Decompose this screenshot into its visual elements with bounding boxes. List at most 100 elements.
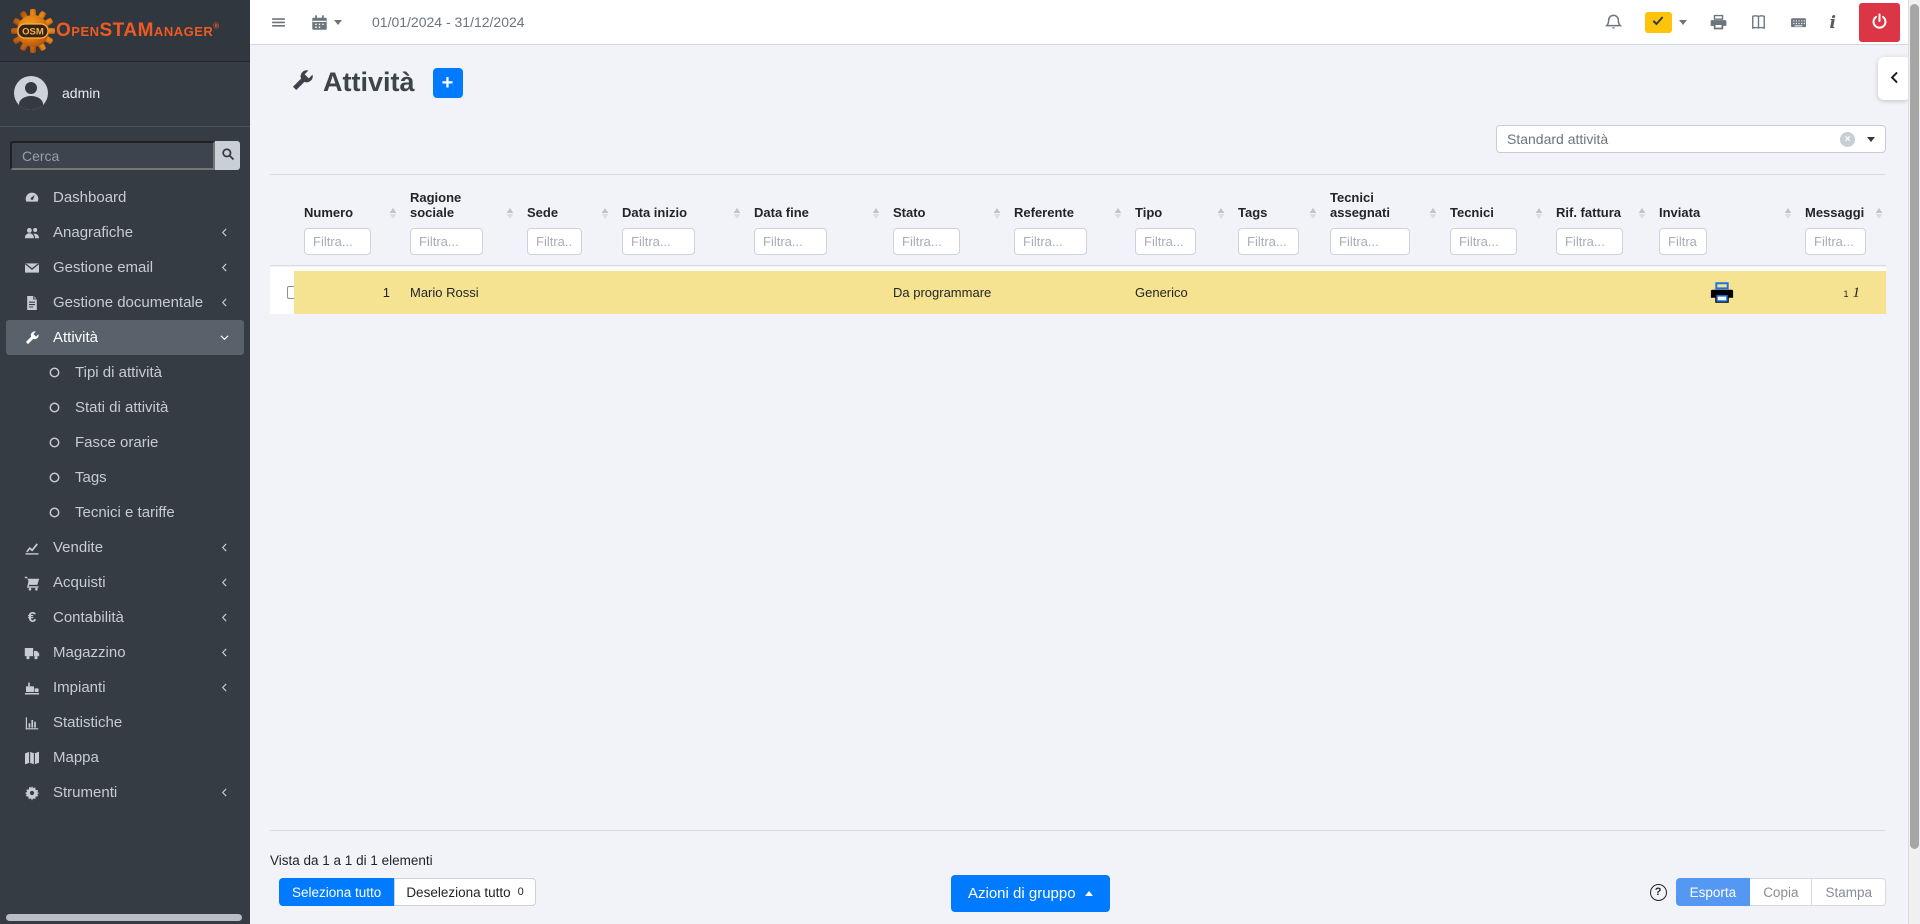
sort-icon[interactable] bbox=[1309, 208, 1317, 219]
user-panel[interactable]: admin bbox=[0, 62, 250, 127]
help-icon[interactable]: ? bbox=[1650, 884, 1667, 901]
check-button[interactable] bbox=[1645, 12, 1672, 33]
brand[interactable]: OSM OpenSTAManager® bbox=[0, 0, 250, 62]
sort-icon[interactable] bbox=[872, 208, 880, 219]
column-header-ragione_sociale[interactable]: Ragione sociale bbox=[400, 175, 517, 265]
column-header-tecnici_assegnati[interactable]: Tecnici assegnati bbox=[1320, 175, 1440, 265]
column-header-data_fine[interactable]: Data fine bbox=[744, 175, 883, 265]
keyboard-icon[interactable] bbox=[1790, 14, 1807, 31]
sort-icon[interactable] bbox=[1114, 208, 1122, 219]
filter-input-rif_fattura[interactable] bbox=[1556, 228, 1623, 255]
sidebar-horizontal-scrollbar[interactable] bbox=[6, 914, 242, 921]
filter-input-data_inizio[interactable] bbox=[622, 228, 695, 255]
date-range-picker[interactable] bbox=[311, 14, 342, 31]
column-header-stato[interactable]: Stato bbox=[883, 175, 1004, 265]
sidebar-item-dashboard[interactable]: Dashboard bbox=[6, 180, 244, 215]
sidebar-item-impianti[interactable]: Impianti bbox=[6, 670, 244, 705]
column-header-tags[interactable]: Tags bbox=[1228, 175, 1320, 265]
row-checkbox[interactable] bbox=[287, 286, 294, 299]
filter-input-referente[interactable] bbox=[1014, 228, 1087, 255]
sort-icon[interactable] bbox=[1638, 208, 1646, 219]
vertical-scrollbar[interactable] bbox=[1908, 0, 1920, 924]
sort-icon[interactable] bbox=[993, 208, 1001, 219]
filter-input-stato[interactable] bbox=[893, 228, 960, 255]
filter-input-tecnici[interactable] bbox=[1450, 228, 1517, 255]
filter-input-ragione_sociale[interactable] bbox=[410, 228, 483, 255]
info-icon[interactable]: i bbox=[1830, 13, 1836, 33]
sidebar-item-fasce-orarie[interactable]: Fasce orarie bbox=[6, 425, 244, 460]
sort-icon[interactable] bbox=[389, 208, 397, 219]
group-actions-button[interactable]: Azioni di gruppo bbox=[951, 875, 1110, 912]
filter-input-tecnici_assegnati[interactable] bbox=[1330, 228, 1410, 255]
filter-input-data_fine[interactable] bbox=[754, 228, 827, 255]
column-header-referente[interactable]: Referente bbox=[1004, 175, 1125, 265]
column-header-sede[interactable]: Sede bbox=[517, 175, 612, 265]
sort-icon[interactable] bbox=[1875, 208, 1883, 219]
select-all-button[interactable]: Seleziona tutto bbox=[279, 878, 394, 906]
add-button[interactable]: + bbox=[433, 68, 463, 98]
sort-icon[interactable] bbox=[1535, 208, 1543, 219]
scrollbar-thumb[interactable] bbox=[1910, 4, 1919, 849]
sort-icon[interactable] bbox=[1217, 208, 1225, 219]
copy-button[interactable]: Copia bbox=[1750, 878, 1812, 906]
filter-input-sede[interactable] bbox=[527, 228, 582, 255]
sidebar-item-contabilita[interactable]: €Contabilità bbox=[6, 600, 244, 635]
export-button[interactable]: Esporta bbox=[1676, 878, 1751, 906]
column-header-data_inizio[interactable]: Data inizio bbox=[612, 175, 744, 265]
sidebar-item-strumenti[interactable]: Strumenti bbox=[6, 775, 244, 810]
column-header-messaggi[interactable]: Messaggi bbox=[1795, 175, 1886, 265]
filter-input-inviata[interactable] bbox=[1659, 228, 1707, 255]
search-button[interactable] bbox=[215, 141, 240, 170]
filter-input-numero[interactable] bbox=[304, 228, 371, 255]
sidebar-item-statistiche[interactable]: Statistiche bbox=[6, 705, 244, 740]
sidebar-item-label: Acquisti bbox=[53, 574, 106, 591]
sidebar-item-gestione-email[interactable]: Gestione email bbox=[6, 250, 244, 285]
bell-icon[interactable] bbox=[1605, 14, 1622, 31]
avatar bbox=[14, 76, 48, 110]
column-header-tecnici[interactable]: Tecnici bbox=[1440, 175, 1546, 265]
book-icon[interactable] bbox=[1750, 14, 1767, 31]
sidebar-item-mappa[interactable]: Mappa bbox=[6, 740, 244, 775]
deselect-all-button[interactable]: Deseleziona tutto 0 bbox=[394, 878, 535, 906]
sort-icon[interactable] bbox=[1784, 208, 1792, 219]
clear-selection-icon[interactable]: × bbox=[1840, 132, 1855, 147]
sort-icon[interactable] bbox=[601, 208, 609, 219]
power-button[interactable] bbox=[1859, 3, 1900, 42]
column-header-numero[interactable]: Numero bbox=[294, 175, 400, 265]
sidebar-item-tecnici-e-tariffe[interactable]: Tecnici e tariffe bbox=[6, 495, 244, 530]
sort-icon[interactable] bbox=[1429, 208, 1437, 219]
column-label: Data inizio bbox=[622, 205, 740, 220]
sort-icon[interactable] bbox=[733, 208, 741, 219]
column-header-inviata[interactable]: Inviata bbox=[1649, 175, 1795, 265]
registered-mark: ® bbox=[213, 21, 219, 30]
sidebar-item-gestione-documentale[interactable]: Gestione documentale bbox=[6, 285, 244, 320]
sidebar-item-magazzino[interactable]: Magazzino bbox=[6, 635, 244, 670]
hamburger-icon[interactable] bbox=[270, 14, 287, 31]
search-input[interactable] bbox=[10, 141, 215, 170]
sidebar-item-attivita[interactable]: Attività bbox=[6, 320, 244, 355]
table-row[interactable]: 1Mario RossiDa programmareGenerico11 bbox=[270, 271, 1886, 314]
sidebar-item-tags[interactable]: Tags bbox=[6, 460, 244, 495]
table-info: Vista da 1 a 1 di 1 elementi bbox=[270, 853, 433, 868]
filter-input-tipo[interactable] bbox=[1135, 228, 1196, 255]
printer-icon[interactable] bbox=[1710, 14, 1727, 31]
power-icon bbox=[1871, 13, 1888, 33]
plugin-select[interactable]: Standard attività × bbox=[1496, 125, 1886, 153]
sort-icon[interactable] bbox=[506, 208, 514, 219]
sidebar-item-anagrafiche[interactable]: Anagrafiche bbox=[6, 215, 244, 250]
sidebar-item-stati-di-attivita[interactable]: Stati di attività bbox=[6, 390, 244, 425]
date-range-label[interactable]: 01/01/2024 - 31/12/2024 bbox=[372, 14, 525, 30]
printer-icon[interactable] bbox=[1710, 281, 1734, 305]
session-toggle[interactable] bbox=[1645, 12, 1687, 33]
sidebar-item-tipi-di-attivita[interactable]: Tipi di attività bbox=[6, 355, 244, 390]
chevron-left-icon bbox=[1888, 70, 1901, 88]
export-button-group: Esporta Copia Stampa bbox=[1676, 878, 1886, 906]
print-button[interactable]: Stampa bbox=[1812, 878, 1886, 906]
collapse-panel-button[interactable] bbox=[1878, 57, 1911, 100]
sidebar-item-acquisti[interactable]: Acquisti bbox=[6, 565, 244, 600]
column-header-tipo[interactable]: Tipo bbox=[1125, 175, 1228, 265]
filter-input-messaggi[interactable] bbox=[1805, 228, 1866, 255]
sidebar-item-vendite[interactable]: Vendite bbox=[6, 530, 244, 565]
filter-input-tags[interactable] bbox=[1238, 228, 1299, 255]
column-header-rif_fattura[interactable]: Rif. fattura bbox=[1546, 175, 1649, 265]
